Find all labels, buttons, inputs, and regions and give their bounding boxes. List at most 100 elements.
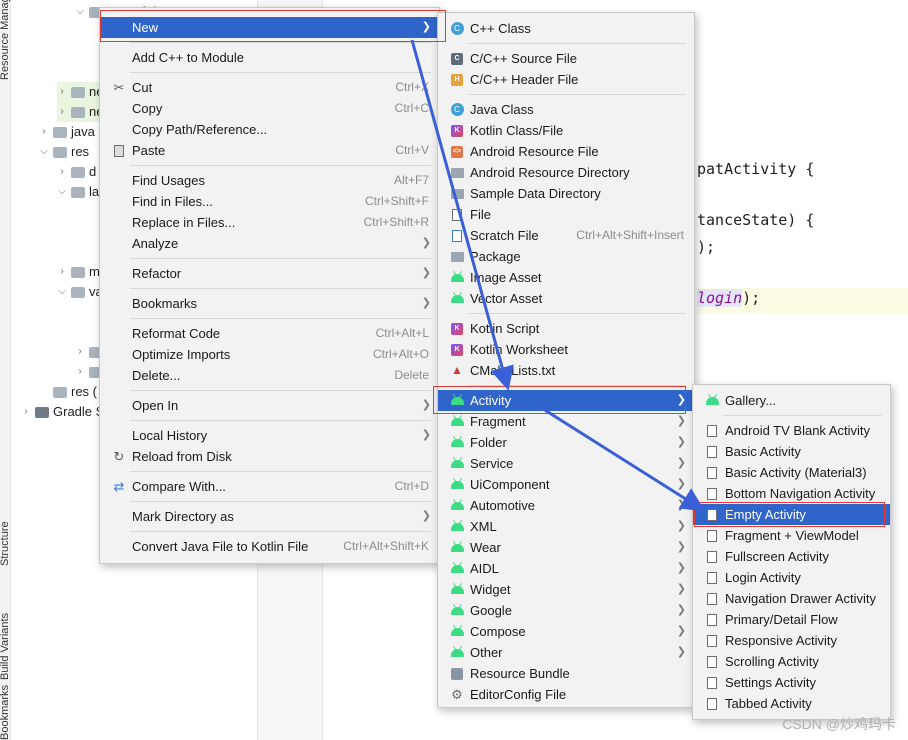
menu-item-empty-activity[interactable]: Empty Activity [693, 504, 890, 525]
menu-item-scratch-file[interactable]: Scratch File Ctrl+Alt+Shift+Insert [438, 225, 694, 246]
expanded-arrow-icon[interactable]: ⌵ [75, 2, 85, 22]
menu-item-copy[interactable]: Copy Ctrl+C [100, 98, 439, 119]
menu-item-android-resource-directory[interactable]: Android Resource Directory [438, 162, 694, 183]
menu-item-convert-java-file-to-kotlin-file[interactable]: Convert Java File to Kotlin File Ctrl+Alt… [100, 536, 439, 557]
menu-item-local-history[interactable]: Local History ❯ [100, 425, 439, 446]
menu-item-uicomponent[interactable]: UiComponent ❯ [438, 474, 694, 495]
menu-item-cmakelists-txt[interactable]: ▲ CMakeLists.txt [438, 360, 694, 381]
menu-item-mark-directory-as[interactable]: Mark Directory as ❯ [100, 506, 439, 527]
expanded-arrow-icon[interactable]: ⌵ [57, 182, 67, 202]
menu-item-add-c-to-module[interactable]: Add C++ to Module [100, 47, 439, 68]
menu-item-editorconfig-file[interactable]: ⚙ EditorConfig File [438, 684, 694, 705]
menu-item-sample-data-directory[interactable]: Sample Data Directory [438, 183, 694, 204]
menu-item-activity[interactable]: Activity ❯ [438, 390, 694, 411]
menu-item-compare-with[interactable]: ⇄ Compare With... Ctrl+D [100, 476, 439, 497]
menu-item-android-tv-blank-activity[interactable]: Android TV Blank Activity [693, 420, 890, 441]
menu-item-other[interactable]: Other ❯ [438, 642, 694, 663]
shortcut-label: Delete [394, 368, 429, 382]
reload-icon: ↻ [113, 449, 125, 464]
menu-item-settings-activity[interactable]: Settings Activity [693, 672, 890, 693]
menu-item-image-asset[interactable]: Image Asset [438, 267, 694, 288]
menu-item-paste[interactable]: Paste Ctrl+V [100, 140, 439, 161]
menu-item-label: Bookmarks [132, 296, 198, 311]
menu-item-cut[interactable]: ✂ Cut Ctrl+X [100, 77, 439, 98]
menu-item-refactor[interactable]: Refactor ❯ [100, 263, 439, 284]
menu-item-fragment[interactable]: Fragment ❯ [438, 411, 694, 432]
expanded-arrow-icon[interactable]: ⌵ [39, 142, 49, 162]
menu-item-basic-activity[interactable]: Basic Activity [693, 441, 890, 462]
collapsed-arrow-icon[interactable]: › [39, 122, 49, 142]
menu-item-widget[interactable]: Widget ❯ [438, 579, 694, 600]
collapsed-arrow-icon[interactable]: › [75, 362, 85, 382]
menu-item-google[interactable]: Google ❯ [438, 600, 694, 621]
menu-item-optimize-imports[interactable]: Optimize Imports Ctrl+Alt+O [100, 344, 439, 365]
menu-item-service[interactable]: Service ❯ [438, 453, 694, 474]
menu-item-wear[interactable]: Wear ❯ [438, 537, 694, 558]
android-icon [450, 541, 464, 555]
menu-item-java-class[interactable]: C Java Class [438, 99, 694, 120]
menu-item-open-in[interactable]: Open In ❯ [100, 395, 439, 416]
menu-separator [130, 72, 431, 73]
menu-item-gallery[interactable]: Gallery... [693, 390, 890, 411]
collapsed-arrow-icon[interactable]: › [75, 342, 85, 362]
bookmarks-tab[interactable]: Bookmarks [0, 685, 11, 740]
menu-item-package[interactable]: Package [438, 246, 694, 267]
menu-item-copy-path-reference[interactable]: Copy Path/Reference... [100, 119, 439, 140]
menu-item-resource-bundle[interactable]: Resource Bundle [438, 663, 694, 684]
menu-item-fullscreen-activity[interactable]: Fullscreen Activity [693, 546, 890, 567]
menu-item-c-class[interactable]: C C++ Class [438, 18, 694, 39]
menu-item-bookmarks[interactable]: Bookmarks ❯ [100, 293, 439, 314]
menu-item-tabbed-activity[interactable]: Tabbed Activity [693, 693, 890, 714]
collapsed-arrow-icon[interactable]: › [57, 82, 67, 102]
submenu-arrow-icon: ❯ [676, 415, 686, 427]
menu-item-label: Mark Directory as [132, 509, 234, 524]
structure-tab[interactable]: Structure [0, 521, 11, 566]
menu-item-login-activity[interactable]: Login Activity [693, 567, 890, 588]
collapsed-arrow-icon[interactable]: › [57, 262, 67, 282]
menu-item-navigation-drawer-activity[interactable]: Navigation Drawer Activity [693, 588, 890, 609]
menu-item-scrolling-activity[interactable]: Scrolling Activity [693, 651, 890, 672]
menu-item-reload-from-disk[interactable]: ↻ Reload from Disk [100, 446, 439, 467]
menu-item-replace-in-files[interactable]: Replace in Files... Ctrl+Shift+R [100, 212, 439, 233]
collapsed-arrow-icon[interactable]: › [57, 162, 67, 182]
menu-item-kotlin-worksheet[interactable]: K Kotlin Worksheet [438, 339, 694, 360]
menu-item-c-c-source-file[interactable]: C C/C++ Source File [438, 48, 694, 69]
menu-item-aidl[interactable]: AIDL ❯ [438, 558, 694, 579]
menu-item-compose[interactable]: Compose ❯ [438, 621, 694, 642]
menu-item-vector-asset[interactable]: Vector Asset [438, 288, 694, 309]
menu-item-delete[interactable]: Delete... Delete [100, 365, 439, 386]
folder-icon [71, 286, 85, 298]
menu-item-primary-detail-flow[interactable]: Primary/Detail Flow [693, 609, 890, 630]
menu-item-folder[interactable]: Folder ❯ [438, 432, 694, 453]
menu-item-label: Find in Files... [132, 194, 213, 209]
menu-item-kotlin-class-file[interactable]: K Kotlin Class/File [438, 120, 694, 141]
activity-submenu: Gallery... Android TV Blank Activity Basic… [692, 384, 891, 720]
menu-item-label: C++ Class [470, 21, 531, 36]
expanded-arrow-icon[interactable]: ⌵ [57, 282, 67, 302]
menu-item-label: Navigation Drawer Activity [725, 591, 876, 606]
collapsed-arrow-icon[interactable]: › [21, 402, 31, 422]
menu-item-reformat-code[interactable]: Reformat Code Ctrl+Alt+L [100, 323, 439, 344]
collapsed-arrow-icon[interactable]: › [57, 102, 67, 122]
menu-item-file[interactable]: File [438, 204, 694, 225]
menu-item-bottom-navigation-activity[interactable]: Bottom Navigation Activity [693, 483, 890, 504]
build-variants-tab[interactable]: Build Variants [0, 613, 11, 680]
menu-item-fragment-viewmodel[interactable]: Fragment + ViewModel [693, 525, 890, 546]
menu-item-find-usages[interactable]: Find Usages Alt+F7 [100, 170, 439, 191]
menu-item-kotlin-script[interactable]: K Kotlin Script [438, 318, 694, 339]
menu-item-responsive-activity[interactable]: Responsive Activity [693, 630, 890, 651]
menu-item-label: Activity [470, 393, 512, 408]
menu-item-analyze[interactable]: Analyze ❯ [100, 233, 439, 254]
folder-icon [53, 386, 67, 398]
menu-item-find-in-files[interactable]: Find in Files... Ctrl+Shift+F [100, 191, 439, 212]
menu-item-label: Cut [132, 80, 153, 95]
menu-item-label: Fragment [470, 414, 526, 429]
menu-item-xml[interactable]: XML ❯ [438, 516, 694, 537]
menu-item-automotive[interactable]: Automotive ❯ [438, 495, 694, 516]
page-icon [705, 466, 719, 480]
menu-item-new[interactable]: New ❯ [100, 17, 439, 38]
menu-item-basic-activity-material3[interactable]: Basic Activity (Material3) [693, 462, 890, 483]
menu-item-android-resource-file[interactable]: <> Android Resource File [438, 141, 694, 162]
resource-manager-tab[interactable]: Resource Manager [0, 0, 11, 80]
menu-item-c-c-header-file[interactable]: H C/C++ Header File [438, 69, 694, 90]
